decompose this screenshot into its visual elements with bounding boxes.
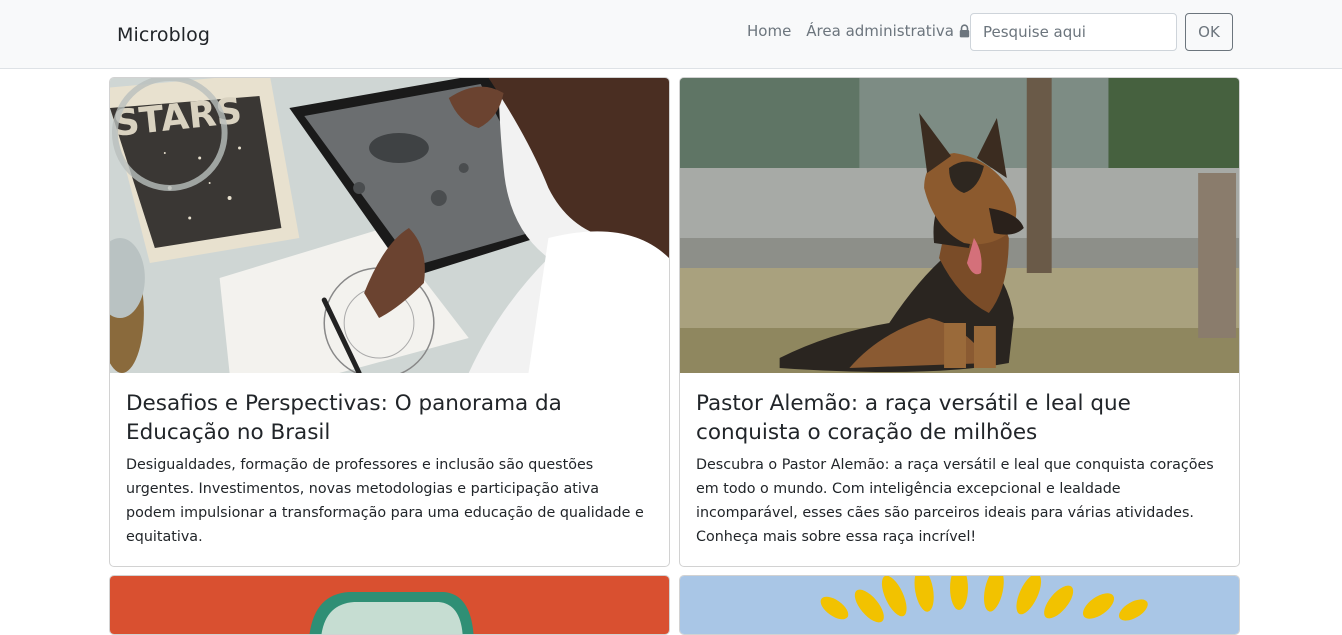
brand-link[interactable]: Microblog: [117, 24, 210, 46]
search-input[interactable]: [970, 13, 1177, 51]
post-card-body: Pastor Alemão: a raça versátil e leal qu…: [680, 373, 1239, 549]
nav-link-home[interactable]: Home: [747, 22, 791, 40]
nav-link-admin[interactable]: Área administrativa: [806, 22, 970, 40]
nav-links: Home Área administrativa: [747, 22, 970, 40]
post-card[interactable]: [679, 575, 1240, 635]
post-card[interactable]: STARS Desafios e Perspectivas: O panoram…: [109, 77, 670, 567]
post-image-child-tablet-moon[interactable]: STARS: [110, 78, 669, 373]
post-excerpt: Descubra o Pastor Alemão: a raça versáti…: [696, 457, 1214, 545]
post-title[interactable]: Pastor Alemão: a raça versátil e leal qu…: [696, 389, 1223, 447]
post-card[interactable]: Pastor Alemão: a raça versátil e leal qu…: [679, 77, 1240, 567]
post-card-body: Desafios e Perspectivas: O panorama da E…: [110, 373, 669, 549]
navbar: Microblog Home Área administrativa OK: [0, 0, 1342, 69]
post-image-sunflower-sky[interactable]: [680, 576, 1239, 635]
post-image-german-shepherd[interactable]: [680, 78, 1239, 373]
lock-icon: [959, 24, 970, 38]
post-image-orange-background[interactable]: [110, 576, 669, 635]
post-title[interactable]: Desafios e Perspectivas: O panorama da E…: [126, 389, 653, 447]
search-submit-button[interactable]: OK: [1185, 13, 1233, 51]
nav-link-admin-label: Área administrativa: [806, 22, 954, 40]
post-card[interactable]: [109, 575, 670, 635]
post-excerpt: Desigualdades, formação de professores e…: [126, 457, 644, 545]
